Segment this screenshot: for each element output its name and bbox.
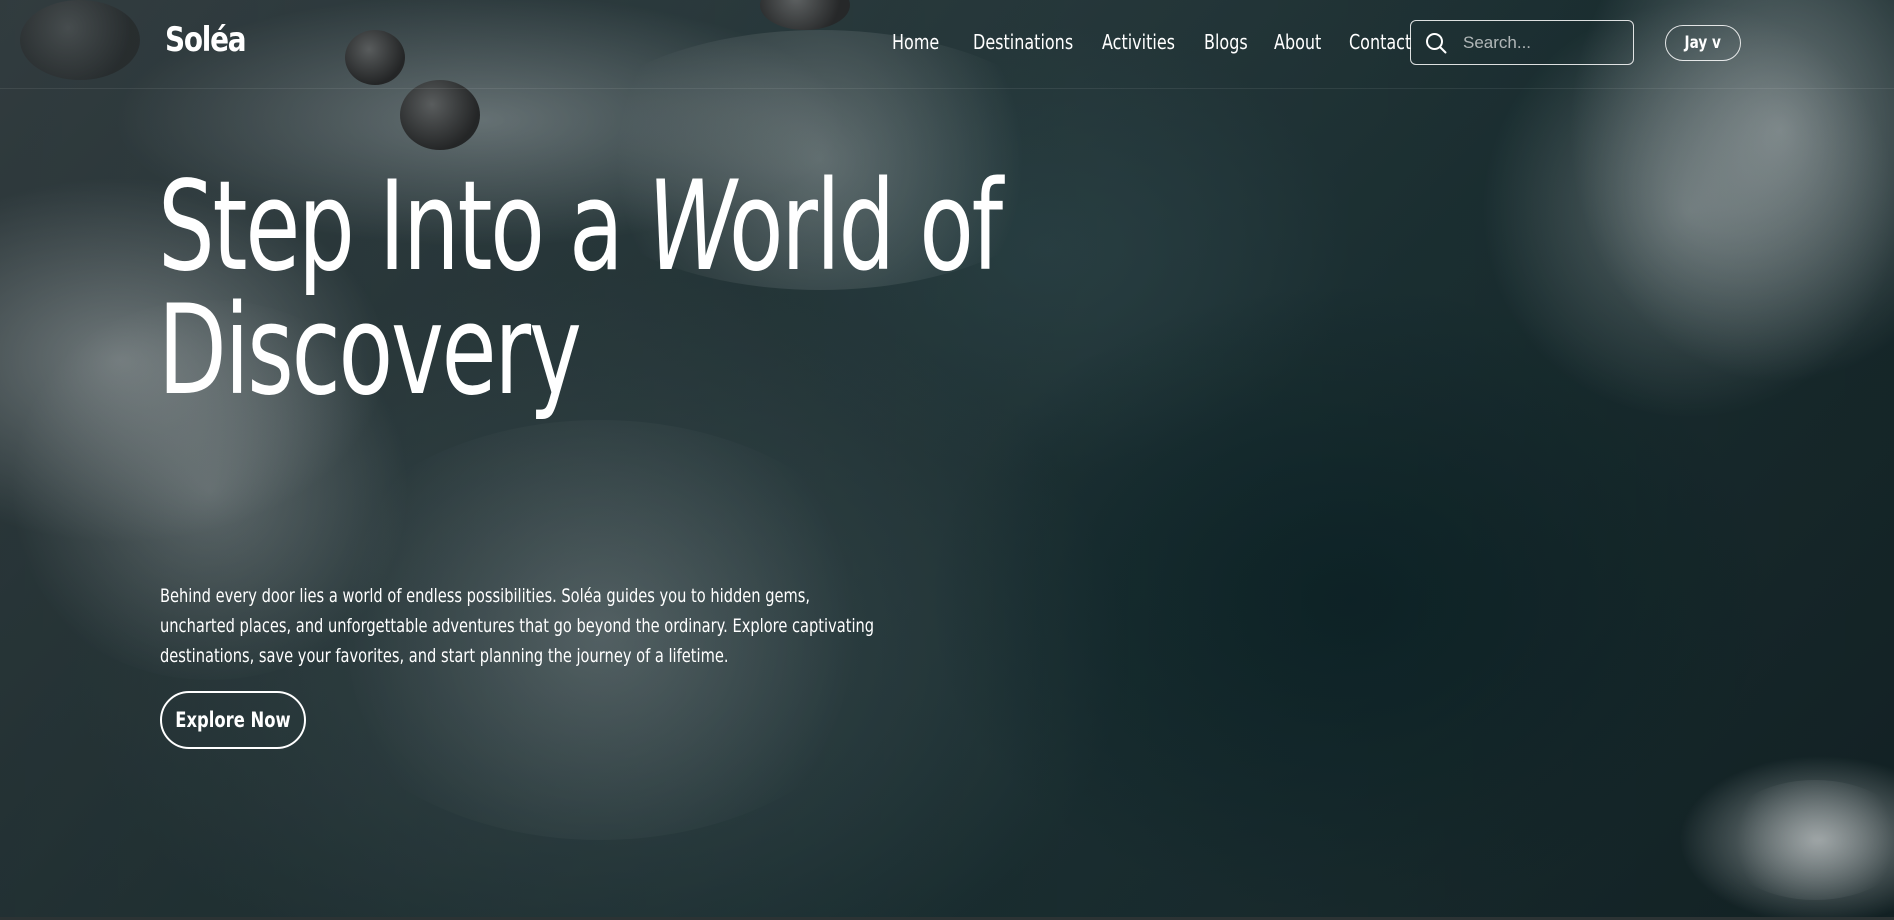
search-input[interactable] bbox=[1461, 29, 1625, 57]
search-box[interactable] bbox=[1410, 20, 1634, 65]
nav-about[interactable]: About bbox=[1274, 30, 1321, 54]
hero-title-part2: orld of bbox=[728, 155, 1003, 299]
user-menu-button[interactable]: Jay v bbox=[1665, 25, 1741, 61]
nav-blogs[interactable]: Blogs bbox=[1204, 30, 1248, 54]
hero-description: Behind every door lies a world of endles… bbox=[160, 585, 875, 667]
explore-now-label: Explore Now bbox=[175, 708, 291, 732]
user-menu-label: Jay v bbox=[1684, 33, 1722, 53]
hero-title: Step Into a World of Discovery bbox=[158, 165, 1003, 413]
nav-links: Home Destinations Activities Blogs About… bbox=[892, 30, 1427, 54]
brand-logo[interactable]: Soléa bbox=[165, 20, 247, 60]
explore-now-button[interactable]: Explore Now bbox=[160, 691, 306, 749]
search-icon bbox=[1426, 33, 1447, 54]
nav-destinations[interactable]: Destinations bbox=[973, 30, 1073, 54]
hero-section: Soléa Home Destinations Activities Blogs… bbox=[0, 0, 1894, 920]
nav-home[interactable]: Home bbox=[892, 30, 939, 54]
nav-activities[interactable]: Activities bbox=[1102, 30, 1175, 54]
hero-title-part1: Step Into a bbox=[158, 155, 648, 299]
hero-title-w: W bbox=[647, 155, 736, 299]
nav-contact[interactable]: Contact bbox=[1349, 30, 1411, 54]
top-navigation: Soléa Home Destinations Activities Blogs… bbox=[0, 0, 1894, 89]
hero-title-line2: Discovery bbox=[158, 279, 582, 423]
background-overlay bbox=[0, 0, 1894, 920]
